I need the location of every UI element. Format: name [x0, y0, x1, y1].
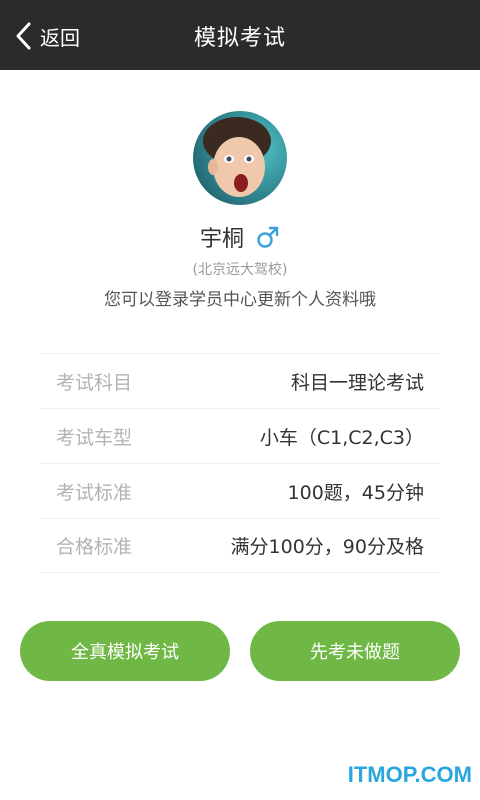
info-value: 100题，45分钟: [287, 481, 424, 504]
full-exam-button[interactable]: 全真模拟考试: [20, 621, 230, 681]
page-title: 模拟考试: [193, 26, 286, 51]
exam-info-table: 考试科目 科目一理论考试 考试车型 小车（C1,C2,C3） 考试标准 100题…: [40, 353, 440, 573]
info-label: 合格标准: [56, 536, 133, 558]
student-name: 宇桐: [199, 227, 244, 252]
info-row-subject: 考试科目 科目一理论考试: [40, 353, 440, 408]
info-row-standard: 考试标准 100题，45分钟: [40, 463, 440, 518]
info-row-vehicle: 考试车型 小车（C1,C2,C3）: [40, 408, 440, 463]
profile-name-row: 宇桐: [0, 222, 480, 252]
top-bar: 返回 模拟考试: [0, 0, 480, 70]
info-value: 小车（C1,C2,C3）: [259, 426, 424, 449]
info-label: 考试科目: [56, 371, 133, 394]
info-value: 科目一理论考试: [290, 371, 424, 394]
info-label: 考试车型: [56, 426, 133, 449]
info-value: 满分100分，90分及格: [230, 536, 424, 558]
avatar: [193, 111, 287, 205]
watermark-logo: ITMOP.COM: [347, 762, 472, 787]
profile-tip: 您可以登录学员中心更新个人资料哦: [104, 290, 376, 310]
undone-questions-button[interactable]: 先考未做题: [250, 621, 460, 681]
school-name: (北京远大驾校): [192, 262, 288, 278]
info-label: 考试标准: [56, 481, 133, 504]
info-row-pass: 合格标准 满分100分，90分及格: [40, 518, 440, 573]
male-icon: [257, 226, 279, 248]
